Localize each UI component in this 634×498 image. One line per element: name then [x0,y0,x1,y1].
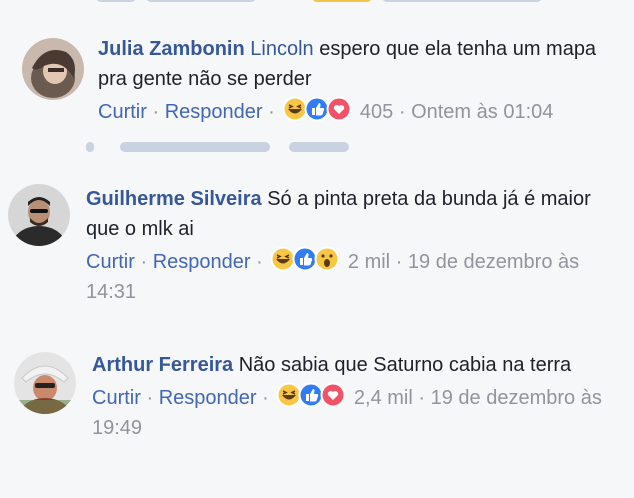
like-button[interactable]: Curtir [92,387,141,409]
reply-button[interactable]: Responder [165,101,263,123]
love-reaction-icon [326,96,352,122]
comment-author[interactable]: Arthur Ferreira [92,354,233,376]
comment-feed: Julia Zambonin Lincoln espero que ela te… [0,0,634,498]
like-button[interactable]: Curtir [98,101,147,123]
separator: · [256,251,263,273]
separator: · [398,101,406,123]
love-reaction-icon [320,382,346,408]
separator: · [395,251,403,273]
comment-actions: Curtir · Responder · 2 mil · 19 de dezem… [86,246,624,307]
like-reaction-icon [304,96,330,122]
reactions-summary[interactable] [270,246,340,272]
mention-link[interactable]: Lincoln [250,38,313,60]
reactions-summary[interactable] [276,382,346,408]
view-replies-link-cropped [86,138,386,160]
like-button[interactable]: Curtir [86,251,135,273]
reply-button[interactable]: Responder [153,251,251,273]
reaction-count[interactable]: 2 mil [348,251,390,273]
haha-reaction-icon [276,382,302,408]
previous-comment-meta-cropped [0,0,634,8]
comment-author[interactable]: Guilherme Silveira [86,188,262,210]
separator: · [262,387,269,409]
like-reaction-icon [298,382,324,408]
separator: · [140,251,148,273]
timestamp[interactable]: Ontem às 01:04 [411,101,553,123]
separator: · [152,101,160,123]
separator: · [268,101,275,123]
comment-author[interactable]: Julia Zambonin [98,38,245,60]
haha-reaction-icon [282,96,308,122]
comment-actions: Curtir · Responder · 405 · Ontem às 01:0… [98,96,624,127]
reply-button[interactable]: Responder [159,387,257,409]
comment-text: Arthur Ferreira Não sabia que Saturno ca… [92,350,624,380]
comment-actions: Curtir · Responder · 2,4 mil · 19 de dez… [92,382,624,443]
avatar[interactable] [14,352,76,414]
reaction-count[interactable]: 405 [360,101,393,123]
wow-reaction-icon [314,246,340,272]
avatar[interactable] [22,38,84,100]
haha-reaction-icon [270,246,296,272]
separator: · [418,387,426,409]
avatar[interactable] [8,184,70,246]
comment-body: Não sabia que Saturno cabia na terra [238,354,572,376]
separator: · [146,387,154,409]
like-reaction-icon [292,246,318,272]
comment-text: Guilherme Silveira Só a pinta preta da b… [86,184,624,244]
reaction-count[interactable]: 2,4 mil [354,387,413,409]
comment-text: Julia Zambonin Lincoln espero que ela te… [98,34,624,94]
reactions-summary[interactable] [282,96,352,122]
